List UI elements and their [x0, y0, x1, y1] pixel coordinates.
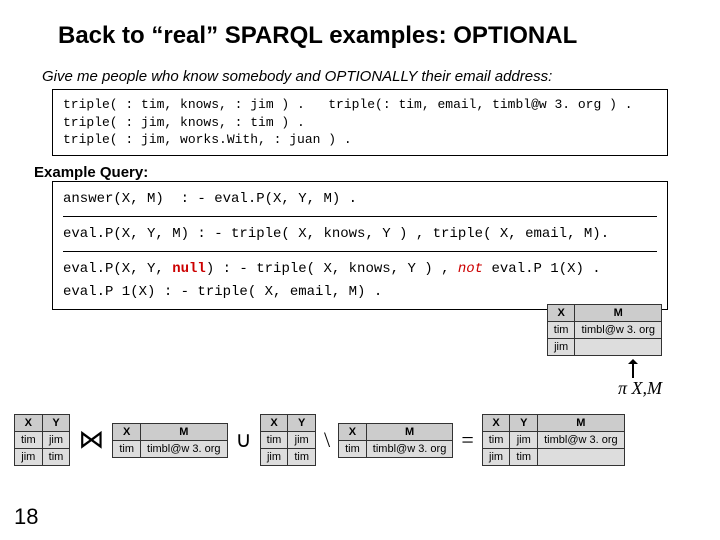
op-union-icon: ∪	[234, 427, 254, 453]
th: Y	[288, 415, 316, 432]
td: jim	[288, 432, 316, 449]
op-join-icon: ⋈	[76, 427, 106, 453]
data-triples-box: triple( : tim, knows, : jim ) . triple(:…	[52, 89, 668, 156]
th: X	[339, 423, 367, 440]
query-box: answer(X, M) : - eval.P(X, Y, M) . eval.…	[52, 181, 668, 311]
td: timbl@w 3. org	[366, 440, 453, 457]
slide-number: 18	[14, 504, 38, 530]
td: tim	[113, 440, 141, 457]
result-cell: tim	[547, 322, 575, 339]
divider-1	[63, 216, 657, 217]
result-table-xm: X M tim timbl@w 3. org jim	[547, 304, 662, 356]
result-cell	[575, 339, 662, 356]
td: jim	[510, 432, 538, 449]
table-xy-1: XY timjim jimtim	[14, 414, 70, 466]
result-header-m: M	[575, 305, 662, 322]
td: tim	[15, 432, 43, 449]
th: Y	[510, 415, 538, 432]
td: tim	[288, 449, 316, 466]
td	[538, 449, 625, 466]
op-diff-icon: \	[322, 427, 332, 453]
td: tim	[260, 432, 288, 449]
result-cell: jim	[547, 339, 575, 356]
td: tim	[42, 449, 70, 466]
example-query-label: Example Query:	[0, 156, 720, 181]
td: tim	[482, 432, 510, 449]
query-line-4: eval.P 1(X) : - triple( X, email, M) .	[63, 281, 657, 303]
table-xm-2: XM timtimbl@w 3. org	[338, 423, 453, 458]
td: jim	[42, 432, 70, 449]
th: M	[141, 423, 228, 440]
td: timbl@w 3. org	[141, 440, 228, 457]
slide-title: Back to “real” SPARQL examples: OPTIONAL	[0, 0, 720, 50]
divider-2	[63, 251, 657, 252]
th: X	[113, 423, 141, 440]
th: X	[15, 415, 43, 432]
query-line-2: eval.P(X, Y, M) : - triple( X, knows, Y …	[63, 223, 657, 245]
table-xm-1: XM timtimbl@w 3. org	[112, 423, 227, 458]
query-line-3: eval.P(X, Y, null) : - triple( X, knows,…	[63, 258, 657, 280]
td: timbl@w 3. org	[538, 432, 625, 449]
td: tim	[510, 449, 538, 466]
td: tim	[339, 440, 367, 457]
table-xym: X Y M tim jim timbl@w 3. org jim tim	[482, 414, 625, 466]
result-header-x: X	[547, 305, 575, 322]
slide-subtitle: Give me people who know somebody and OPT…	[0, 50, 720, 85]
op-equals-icon: =	[459, 427, 475, 453]
relational-algebra-row: XY timjim jimtim ⋈ XM timtimbl@w 3. org …	[14, 414, 625, 466]
result-cell: timbl@w 3. org	[575, 322, 662, 339]
th: M	[538, 415, 625, 432]
projection-arrow	[632, 360, 634, 378]
th: X	[260, 415, 288, 432]
projection-label: π X,M	[618, 378, 662, 399]
td: jim	[15, 449, 43, 466]
td: jim	[260, 449, 288, 466]
th: Y	[42, 415, 70, 432]
table-xy-2: XY timjim jimtim	[260, 414, 316, 466]
th: X	[482, 415, 510, 432]
th: M	[366, 423, 453, 440]
query-line-1: answer(X, M) : - eval.P(X, Y, M) .	[63, 188, 657, 210]
td: jim	[482, 449, 510, 466]
